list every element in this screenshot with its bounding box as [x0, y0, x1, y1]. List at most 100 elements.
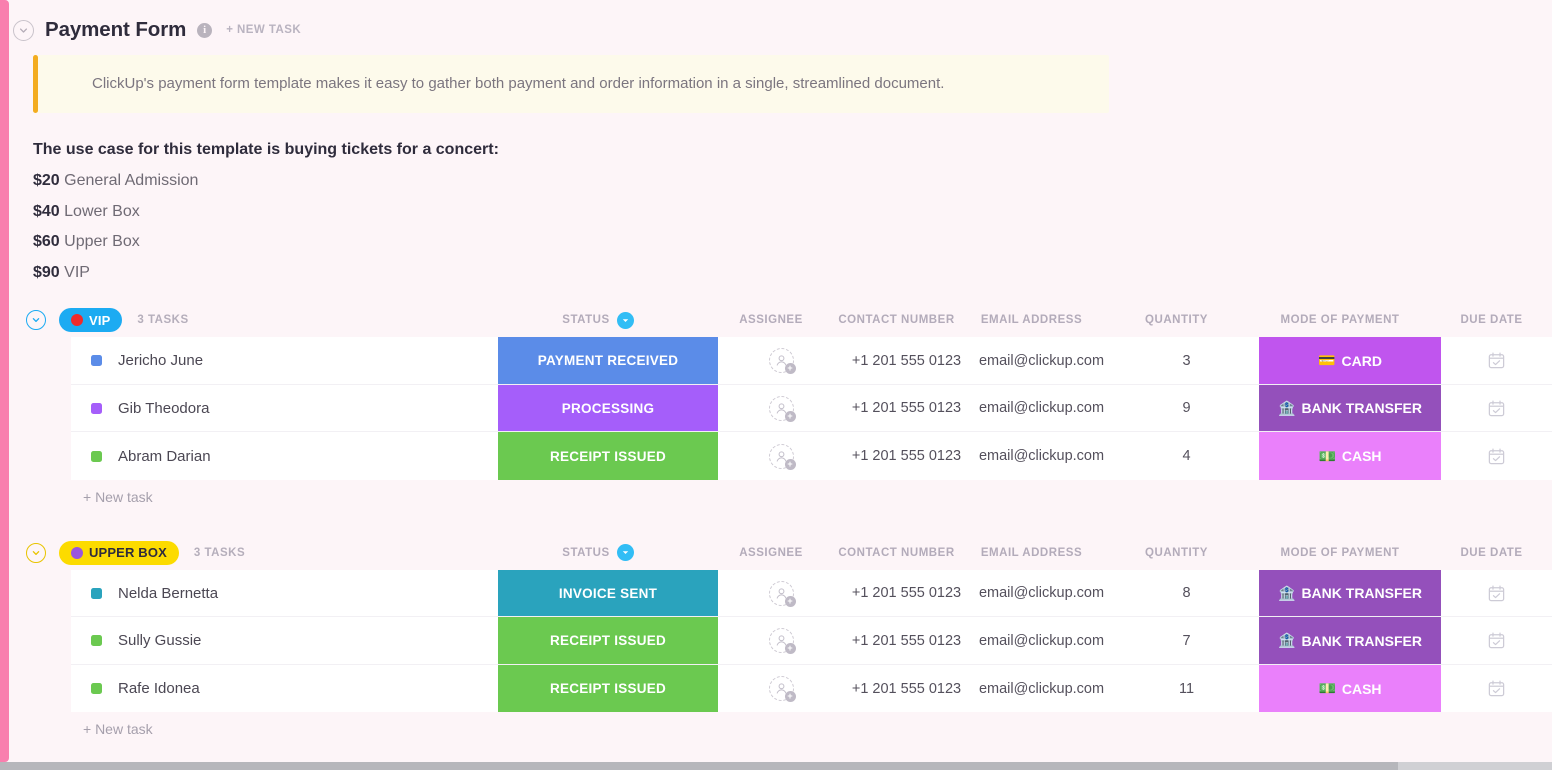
- assignee-cell[interactable]: +: [718, 570, 844, 617]
- quantity-cell[interactable]: 4: [1114, 432, 1259, 480]
- contact-number-cell[interactable]: +1 201 555 0123: [844, 617, 969, 664]
- quantity-cell[interactable]: 7: [1114, 617, 1259, 664]
- quantity-cell[interactable]: 9: [1114, 385, 1259, 432]
- due-date-cell[interactable]: [1441, 385, 1552, 432]
- column-header-assignee[interactable]: ASSIGNEE: [708, 536, 834, 570]
- mode-of-payment-badge[interactable]: 💵 CASH: [1259, 664, 1441, 713]
- calendar-icon[interactable]: [1487, 447, 1506, 466]
- add-assignee-avatar-icon[interactable]: +: [768, 580, 796, 607]
- column-header-label: MODE OF PAYMENT: [1280, 314, 1400, 327]
- mode-of-payment-badge[interactable]: 🏦 BANK TRANSFER: [1259, 617, 1441, 664]
- quantity-cell[interactable]: 3: [1114, 337, 1259, 384]
- contact-number-cell[interactable]: +1 201 555 0123: [844, 385, 969, 432]
- calendar-icon[interactable]: [1487, 584, 1506, 603]
- new-task-row[interactable]: + New task: [71, 480, 1552, 514]
- add-assignee-avatar-icon[interactable]: +: [768, 443, 796, 470]
- column-header-mode[interactable]: MODE OF PAYMENT: [1249, 536, 1431, 570]
- status-badge[interactable]: RECEIPT ISSUED: [498, 432, 718, 480]
- calendar-icon[interactable]: [1487, 399, 1506, 418]
- contact-number-cell[interactable]: +1 201 555 0123: [844, 337, 969, 384]
- column-header-email[interactable]: EMAIL ADDRESS: [959, 303, 1104, 337]
- horizontal-scrollbar-thumb[interactable]: [0, 762, 1398, 770]
- status-badge[interactable]: RECEIPT ISSUED: [498, 617, 718, 664]
- new-task-button[interactable]: + NEW TASK: [226, 24, 301, 36]
- email-address-cell[interactable]: email@clickup.com: [969, 432, 1114, 480]
- mode-of-payment-badge[interactable]: 🏦 BANK TRANSFER: [1259, 384, 1441, 432]
- mode-of-payment-badge[interactable]: 🏦 BANK TRANSFER: [1259, 569, 1441, 617]
- task-name-cell[interactable]: Gib Theodora: [71, 385, 498, 432]
- column-header-status[interactable]: STATUS: [488, 536, 708, 570]
- email-address-cell[interactable]: email@clickup.com: [969, 617, 1114, 664]
- collapse-list-chevron-down-icon[interactable]: [13, 19, 34, 41]
- due-date-cell[interactable]: [1441, 432, 1552, 480]
- status-badge[interactable]: INVOICE SENT: [498, 569, 718, 617]
- email-address-cell[interactable]: email@clickup.com: [969, 570, 1114, 617]
- calendar-icon[interactable]: [1487, 631, 1506, 650]
- group-collapse-chevron-down-icon[interactable]: [26, 542, 46, 563]
- add-assignee-avatar-icon[interactable]: +: [768, 628, 796, 655]
- column-header-assignee[interactable]: ASSIGNEE: [708, 303, 834, 337]
- column-header-email[interactable]: EMAIL ADDRESS: [959, 536, 1104, 570]
- column-header-label: CONTACT NUMBER: [838, 314, 955, 327]
- task-name-cell[interactable]: Sully Gussie: [71, 617, 498, 664]
- task-name-cell[interactable]: Abram Darian: [71, 432, 498, 480]
- assignee-cell[interactable]: +: [718, 337, 844, 384]
- horizontal-scrollbar[interactable]: [0, 762, 1552, 770]
- price-label: Lower Box: [59, 202, 140, 220]
- calendar-icon[interactable]: [1487, 351, 1506, 370]
- due-date-cell[interactable]: [1441, 617, 1552, 664]
- payment-form-view: Payment Form i + NEW TASK ClickUp's paym…: [0, 0, 1552, 770]
- status-sort-chevron-down-icon[interactable]: [616, 311, 634, 329]
- due-date-cell[interactable]: [1441, 337, 1552, 384]
- column-header-quantity[interactable]: QUANTITY: [1104, 536, 1249, 570]
- contact-number-cell[interactable]: +1 201 555 0123: [844, 570, 969, 617]
- group-collapse-chevron-down-icon[interactable]: [26, 310, 46, 331]
- add-assignee-avatar-icon[interactable]: +: [768, 676, 796, 703]
- calendar-icon[interactable]: [1487, 679, 1506, 698]
- column-header-contact[interactable]: CONTACT NUMBER: [834, 536, 959, 570]
- due-date-cell[interactable]: [1441, 665, 1552, 713]
- status-badge[interactable]: PROCESSING: [498, 384, 718, 432]
- table-row[interactable]: Rafe Idonea RECEIPT ISSUED + +1 201 555 012…: [71, 664, 1552, 713]
- column-header-status[interactable]: STATUS: [488, 303, 708, 337]
- group-badge-dot-icon: [71, 314, 83, 327]
- column-header-contact[interactable]: CONTACT NUMBER: [834, 303, 959, 337]
- quantity-cell[interactable]: 11: [1114, 665, 1259, 713]
- contact-number-cell[interactable]: +1 201 555 0123: [844, 665, 969, 713]
- assignee-cell[interactable]: +: [718, 385, 844, 432]
- task-name-cell[interactable]: Jericho June: [71, 337, 498, 384]
- task-name: Sully Gussie: [118, 632, 202, 650]
- assignee-cell[interactable]: +: [718, 665, 844, 713]
- table-row[interactable]: Jericho June PAYMENT RECEIVED + +1 201 555 …: [71, 337, 1552, 385]
- new-task-row[interactable]: + New task: [71, 712, 1552, 746]
- group-badge[interactable]: VIP: [59, 308, 123, 333]
- info-icon[interactable]: i: [197, 22, 213, 38]
- mode-of-payment-badge[interactable]: 💳 CARD: [1259, 337, 1441, 384]
- column-header-due[interactable]: DUE DATE: [1431, 536, 1552, 570]
- email-address-cell[interactable]: email@clickup.com: [969, 385, 1114, 432]
- table-row[interactable]: Abram Darian RECEIPT ISSUED + +1 201 555 01…: [71, 432, 1552, 480]
- task-name-cell[interactable]: Nelda Bernetta: [71, 570, 498, 617]
- contact-number-cell[interactable]: +1 201 555 0123: [844, 432, 969, 480]
- task-name-cell[interactable]: Rafe Idonea: [71, 665, 498, 713]
- column-header-quantity[interactable]: QUANTITY: [1104, 303, 1249, 337]
- price-line: $90 VIP: [33, 264, 1552, 282]
- mode-of-payment-badge[interactable]: 💵 CASH: [1259, 432, 1441, 480]
- add-assignee-avatar-icon[interactable]: +: [768, 395, 796, 422]
- table-row[interactable]: Nelda Bernetta INVOICE SENT + +1 201 555 01…: [71, 569, 1552, 618]
- group-badge[interactable]: UPPER BOX: [59, 540, 179, 565]
- assignee-cell[interactable]: +: [718, 617, 844, 664]
- assignee-cell[interactable]: +: [718, 432, 844, 480]
- email-address-cell[interactable]: email@clickup.com: [969, 337, 1114, 384]
- table-row[interactable]: Gib Theodora PROCESSING + +1 201 555 0123 em…: [71, 384, 1552, 433]
- status-sort-chevron-down-icon[interactable]: [616, 544, 634, 562]
- status-badge[interactable]: PAYMENT RECEIVED: [498, 337, 718, 384]
- status-badge[interactable]: RECEIPT ISSUED: [498, 664, 718, 713]
- column-header-mode[interactable]: MODE OF PAYMENT: [1249, 303, 1431, 337]
- quantity-cell[interactable]: 8: [1114, 570, 1259, 617]
- column-header-due[interactable]: DUE DATE: [1431, 303, 1552, 337]
- add-assignee-avatar-icon[interactable]: +: [768, 348, 796, 375]
- table-row[interactable]: Sully Gussie RECEIPT ISSUED + +1 201 555 01…: [71, 617, 1552, 665]
- email-address-cell[interactable]: email@clickup.com: [969, 665, 1114, 713]
- due-date-cell[interactable]: [1441, 570, 1552, 617]
